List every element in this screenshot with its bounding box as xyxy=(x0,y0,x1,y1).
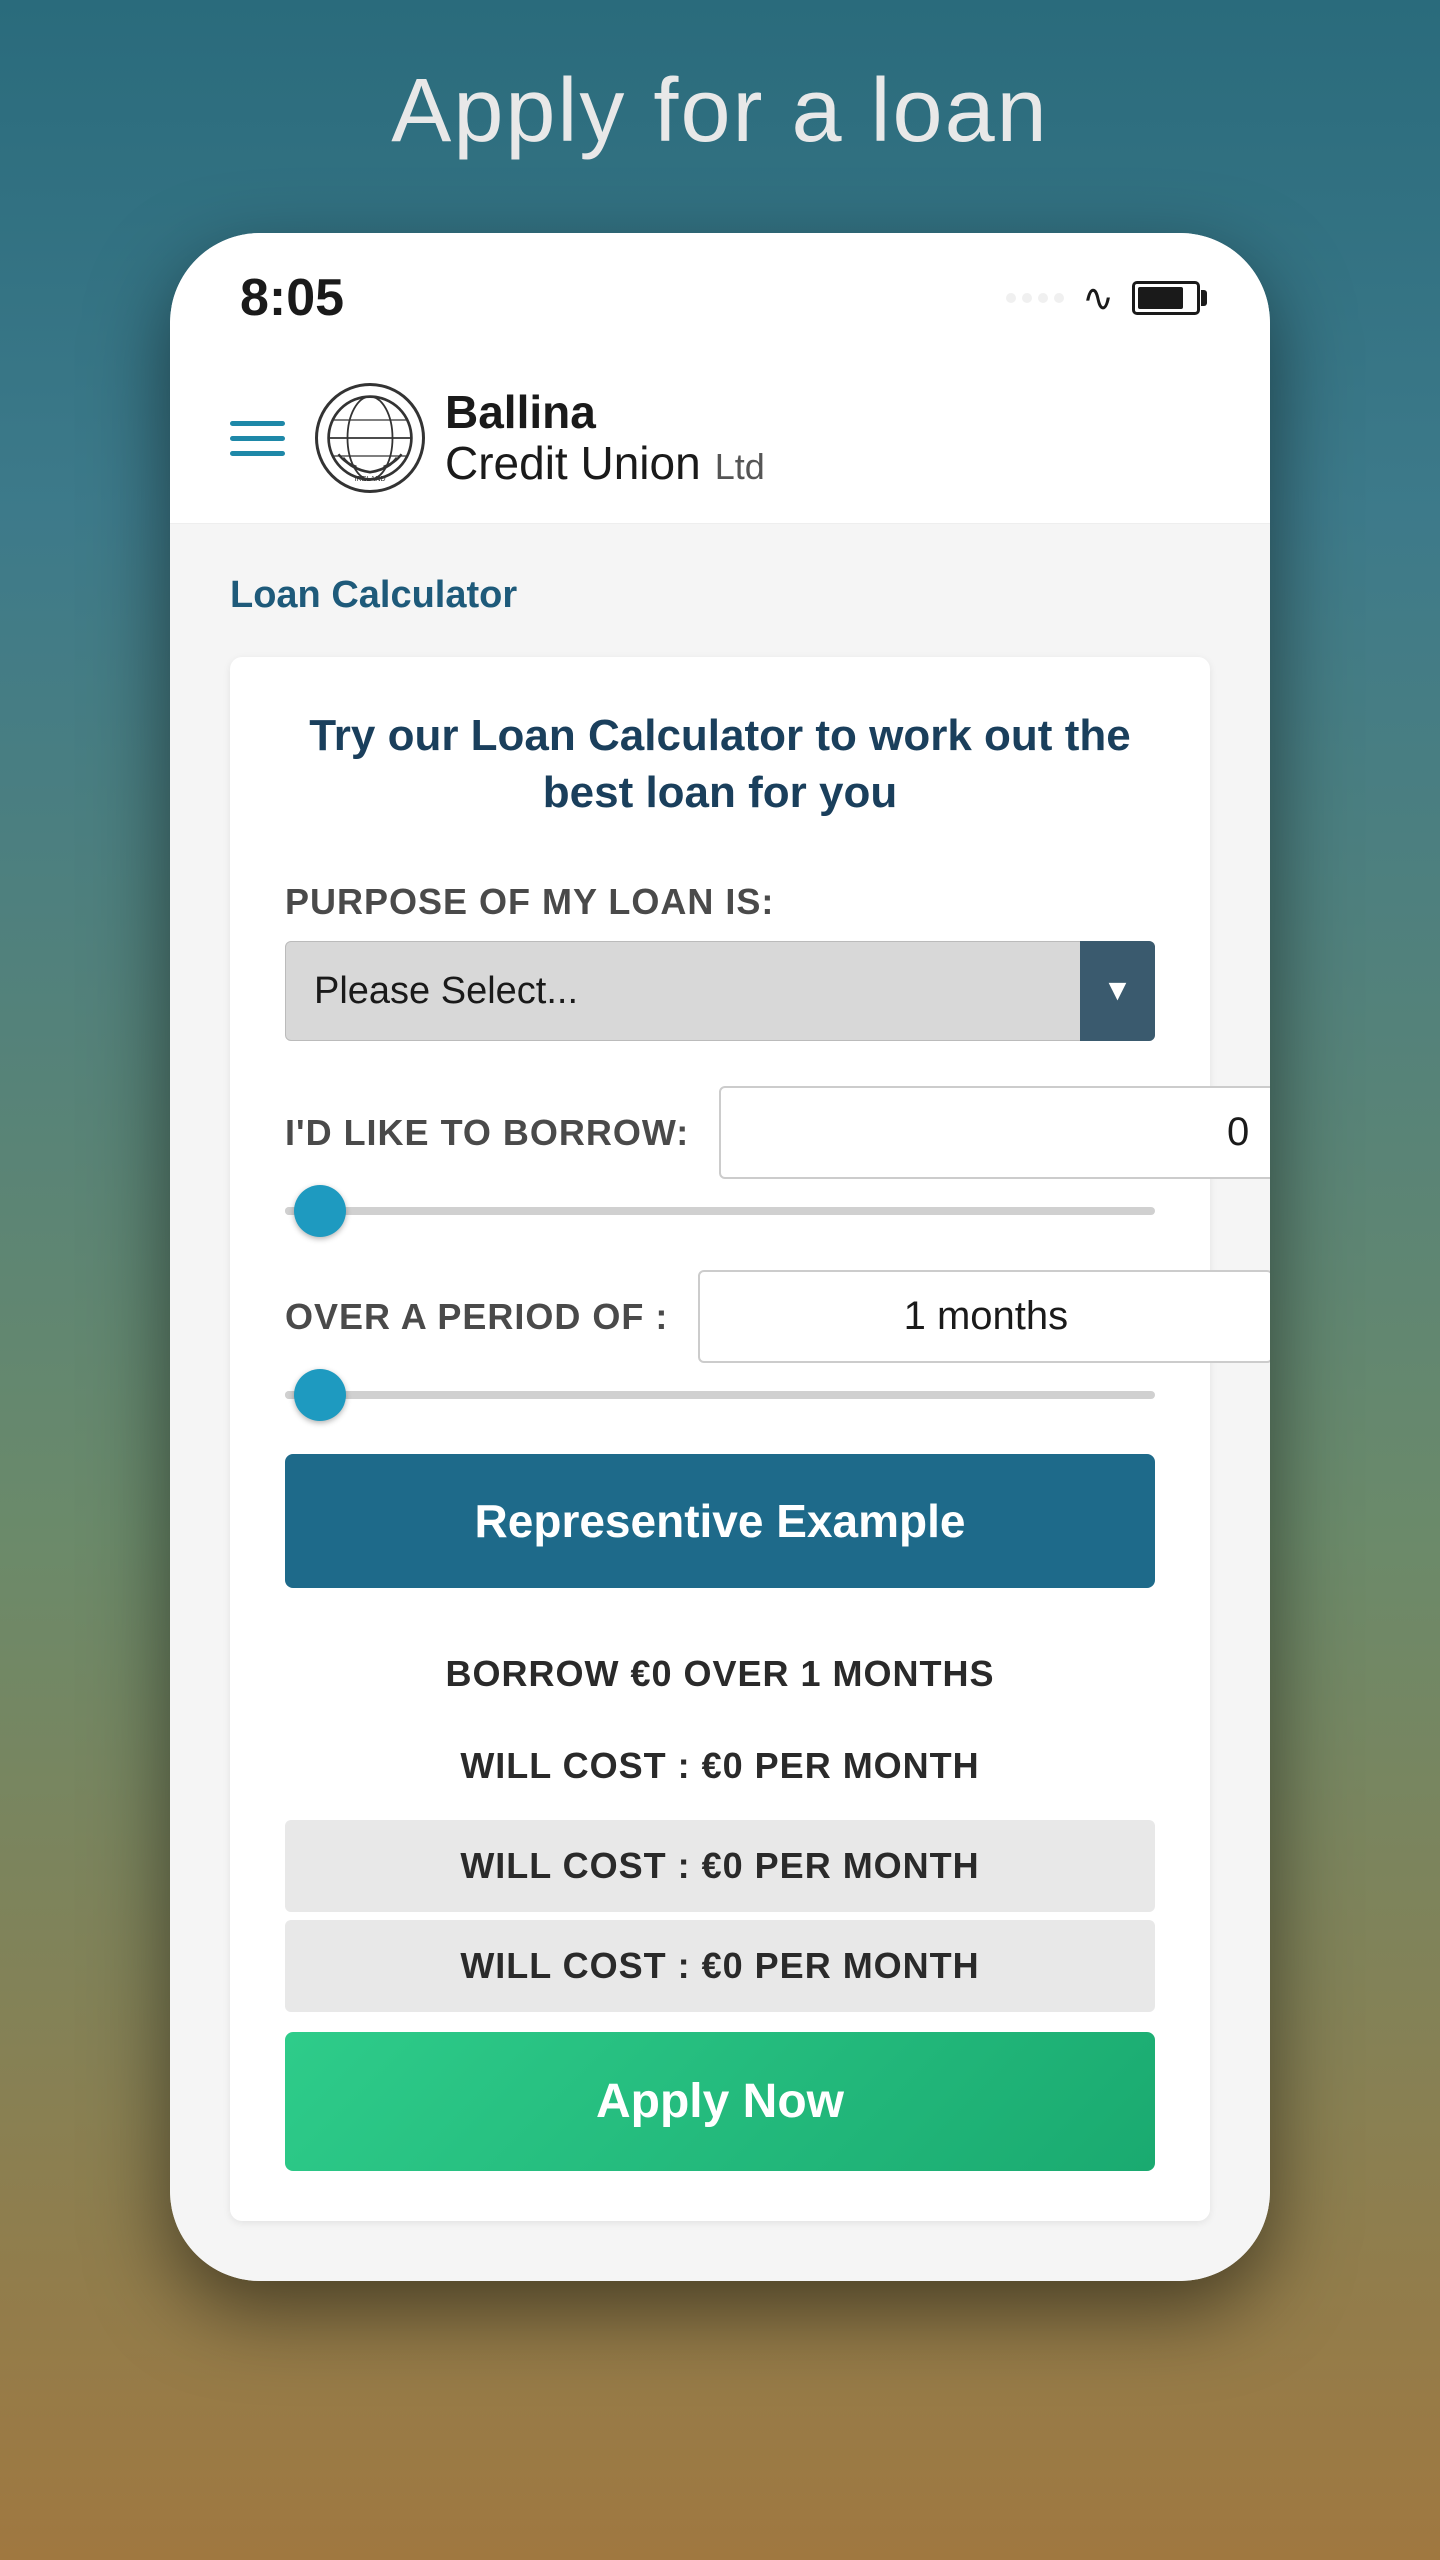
period-section: OVER A PERIOD OF : xyxy=(285,1270,1155,1409)
apply-now-button[interactable]: Apply Now xyxy=(285,2032,1155,2171)
section-label: Loan Calculator xyxy=(230,574,1210,617)
borrow-input[interactable] xyxy=(719,1086,1270,1179)
purpose-select[interactable]: Please Select... xyxy=(285,941,1155,1041)
borrow-row: I'D LIKE TO BORROW: xyxy=(285,1086,1155,1179)
period-slider-track xyxy=(285,1391,1155,1399)
wifi-icon: ∿ xyxy=(1082,276,1114,321)
logo-area: IRELAND Ballina Credit Union Ltd xyxy=(315,383,765,493)
period-input[interactable] xyxy=(698,1270,1270,1363)
signal-icon xyxy=(1006,293,1064,303)
rep-example-button[interactable]: Representive Example xyxy=(285,1454,1155,1588)
summary-row-2: WILL COST : €0 PER MONTH xyxy=(285,1720,1155,1812)
period-slider-thumb[interactable] xyxy=(294,1369,346,1421)
page-title-area: Apply for a loan xyxy=(0,0,1440,233)
summary-row-1: BORROW €0 OVER 1 MONTHS xyxy=(285,1628,1155,1720)
card-title: Try our Loan Calculator to work out the … xyxy=(285,707,1155,821)
purpose-section: PURPOSE OF MY LOAN IS: Please Select... … xyxy=(285,881,1155,1041)
period-row: OVER A PERIOD OF : xyxy=(285,1270,1155,1363)
phone-frame: 8:05 ∿ xyxy=(170,233,1270,2281)
battery-icon xyxy=(1132,281,1200,315)
brand-ltd: Ltd xyxy=(715,446,765,488)
borrow-slider-track xyxy=(285,1207,1155,1215)
period-label: OVER A PERIOD OF : xyxy=(285,1296,668,1338)
brand-line2: Credit Union xyxy=(445,438,701,489)
status-bar: 8:05 ∿ xyxy=(170,233,1270,353)
app-header: IRELAND Ballina Credit Union Ltd xyxy=(170,353,1270,524)
summary-row-3: WILL COST : €0 PER MONTH xyxy=(285,1820,1155,1912)
svg-text:IRELAND: IRELAND xyxy=(354,474,385,483)
status-icons: ∿ xyxy=(1006,276,1200,321)
apply-btn-area: Apply Now xyxy=(285,2032,1155,2171)
page-title: Apply for a loan xyxy=(391,60,1048,163)
borrow-slider-container xyxy=(285,1197,1155,1225)
purpose-label: PURPOSE OF MY LOAN IS: xyxy=(285,881,1155,923)
brand-line1: Ballina xyxy=(445,387,596,438)
main-content: Loan Calculator Try our Loan Calculator … xyxy=(170,524,1270,2281)
period-slider-container xyxy=(285,1381,1155,1409)
hamburger-menu-icon[interactable] xyxy=(230,421,285,456)
borrow-label: I'D LIKE TO BORROW: xyxy=(285,1112,689,1154)
purpose-select-wrapper: Please Select... ▼ xyxy=(285,941,1155,1041)
borrow-section: I'D LIKE TO BORROW: xyxy=(285,1086,1155,1225)
brand-name: Ballina Credit Union Ltd xyxy=(445,387,765,488)
summary-row-4: WILL COST : €0 PER MONTH xyxy=(285,1920,1155,2012)
loan-calculator-card: Try our Loan Calculator to work out the … xyxy=(230,657,1210,2221)
borrow-slider-thumb[interactable] xyxy=(294,1185,346,1237)
brand-logo: IRELAND xyxy=(315,383,425,493)
status-time: 8:05 xyxy=(240,268,344,328)
